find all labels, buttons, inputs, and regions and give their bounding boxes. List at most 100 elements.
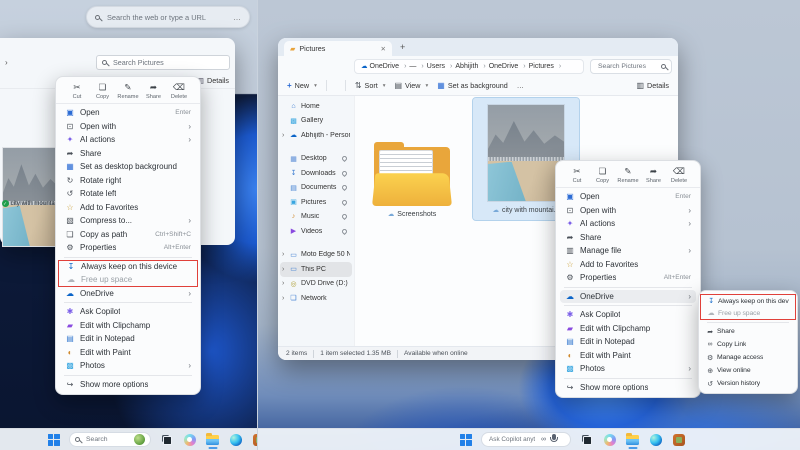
task-view-button[interactable] [579,431,594,449]
submenu-item-version-history[interactable]: ↺ Version history [702,377,794,390]
view-button[interactable]: ▤ View [394,81,428,90]
set-as-background-button[interactable]: ▦ Set as background [437,81,508,90]
web-search-input[interactable] [105,12,228,23]
menu-item-properties[interactable]: ⚙ Properties Alt+Enter› [60,241,196,255]
menu-item-edit-in-notepad[interactable]: ▤ Edit in Notepad › [60,332,196,346]
submenu-item-always-keep-on-this-device[interactable]: ↧ Always keep on this device [700,294,796,307]
menu-item-photos[interactable]: ▩ Photos › [60,359,196,373]
menu-item-open[interactable]: ▣ Open Enter› [60,106,196,120]
submenu-item-manage-access[interactable]: ⚙ Manage access [702,351,794,364]
taskbar-search-box[interactable] [69,432,151,447]
menu-bar-button-rename[interactable]: ✎ Rename [617,166,639,184]
menu-item-add-to-favorites[interactable]: ☆ Add to Favorites › [560,258,696,272]
file-explorer-button[interactable] [205,431,220,449]
submenu-item-free-up-space[interactable]: ☁ Free up space [700,307,796,320]
sidebar-item-desktop[interactable]: ▦ Desktop [280,152,352,167]
sidebar-item-home[interactable]: ⌂ Home [280,99,352,114]
expand-chevron-icon[interactable] [282,132,289,139]
menu-item-onedrive[interactable]: ☁ OneDrive › [60,287,196,301]
breadcrumb-item[interactable]: — [409,63,426,70]
microphone-icon[interactable] [550,434,558,445]
taskbar-copilot-box[interactable]: ∞ [481,432,571,447]
submenu-item-view-online[interactable]: ⊕ View online [702,364,794,377]
folder-tile-screenshots[interactable]: ☁ Screenshots [363,102,461,218]
menu-item-ai-actions[interactable]: ✦ AI actions › [560,217,696,231]
sidebar-item-dvd-drive[interactable]: ◎ DVD Drive (D:) CCC [280,277,352,292]
app-button-orange[interactable] [251,431,258,449]
menu-item-free-up-space[interactable]: ☁ Free up space › [58,273,198,287]
details-button[interactable]: ▥ Details [636,81,669,90]
menu-item-ai-actions[interactable]: ✦ AI actions › [60,133,196,147]
sidebar-item-moto-edge-50-neo[interactable]: ▭ Moto Edge 50 Neo [280,248,352,263]
breadcrumb-item[interactable]: Users [427,63,456,70]
expand-chevron-icon[interactable] [282,295,289,302]
sidebar-item-downloads[interactable]: ↧ Downloads [280,166,352,181]
expand-chevron-icon[interactable] [282,280,289,287]
breadcrumb-item[interactable]: Abhijith [455,63,488,70]
search-pictures-input[interactable] [596,62,658,71]
sidebar-item-music[interactable]: ♪ Music [280,210,352,225]
menu-item-rotate-right[interactable]: ↻ Rotate right › [60,174,196,188]
menu-bar-button-share[interactable]: ➦ Share [143,82,165,100]
sidebar-item-gallery[interactable]: ▩ Gallery [280,114,352,129]
details-button[interactable]: ▥ Details [197,76,229,85]
submenu-item-share[interactable]: ➦ Share [702,325,794,338]
menu-item-show-more-options[interactable]: ↪ Show more options › [560,381,696,395]
menu-item-open-with[interactable]: ⊡ Open with › [60,120,196,134]
copilot-input[interactable] [487,435,537,444]
menu-item-add-to-favorites[interactable]: ☆ Add to Favorites › [60,201,196,215]
menu-item-ask-copilot[interactable]: ✱ Ask Copilot › [560,308,696,322]
sidebar-item-network[interactable]: ❏ Network [280,291,352,306]
menu-item-share[interactable]: ➦ Share › [60,147,196,161]
taskbar-search-input[interactable] [84,435,130,444]
more-options-icon[interactable]: … [233,13,241,22]
tab-close-icon[interactable]: ✕ [381,45,386,53]
menu-item-edit-with-paint[interactable]: ◐ Edit with Paint › [60,346,196,360]
new-tab-button[interactable]: + [400,42,405,52]
new-button[interactable]: + New [287,81,317,90]
menu-bar-button-cut[interactable]: ✂ Cut [66,82,88,100]
app-button-orange[interactable] [671,431,686,449]
search-box[interactable] [590,59,672,74]
web-search-bar[interactable]: … [86,6,250,28]
menu-item-show-more-options[interactable]: ↪ Show more options › [60,378,196,392]
submenu-item-copy-link[interactable]: ∞ Copy Link [702,338,794,351]
menu-bar-button-delete[interactable]: ⌫ Delete [668,166,690,184]
menu-item-compress-to[interactable]: ▧ Compress to... › [60,214,196,228]
see-more-button[interactable]: … [517,81,525,90]
sort-button[interactable]: ⇅ Sort [355,81,386,90]
expand-chevron-icon[interactable] [282,251,289,258]
breadcrumb[interactable]: ☁ OneDrive — Users Abhijith [354,59,584,74]
menu-item-ask-copilot[interactable]: ✱ Ask Copilot › [60,305,196,319]
breadcrumb-item[interactable]: ☁ OneDrive [361,62,409,70]
menu-item-always-keep-on-this-device[interactable]: ↧ Always keep on this device › [58,260,198,274]
menu-item-share[interactable]: ➦ Share › [560,231,696,245]
edge-button[interactable] [228,431,243,449]
sidebar-item-documents[interactable]: ▤ Documents [280,181,352,196]
menu-bar-button-rename[interactable]: ✎ Rename [117,82,139,100]
menu-item-onedrive[interactable]: ☁ OneDrive › [560,290,696,304]
menu-bar-button-cut[interactable]: ✂ Cut [566,166,588,184]
tab-pictures[interactable]: ▰ Pictures ✕ [284,41,392,56]
menu-item-open[interactable]: ▣ Open Enter› [560,190,696,204]
copilot-button[interactable] [602,431,617,449]
menu-bar-button-copy[interactable]: ❏ Copy [92,82,114,100]
sidebar-item-pictures[interactable]: ▣ Pictures [280,195,352,210]
menu-item-set-as-desktop-background[interactable]: ▦ Set as desktop background › [60,160,196,174]
menu-item-edit-in-notepad[interactable]: ▤ Edit in Notepad › [560,335,696,349]
breadcrumb-item[interactable]: OneDrive [489,63,529,70]
menu-item-rotate-left[interactable]: ↺ Rotate left › [60,187,196,201]
menu-item-edit-with-clipchamp[interactable]: ▰ Edit with Clipchamp › [560,322,696,336]
menu-item-edit-with-paint[interactable]: ◐ Edit with Paint › [560,349,696,363]
start-button[interactable] [46,431,61,449]
search-pictures-input[interactable] [111,57,224,68]
menu-item-photos[interactable]: ▩ Photos › [560,362,696,376]
menu-bar-button-delete[interactable]: ⌫ Delete [168,82,190,100]
expand-chevron-icon[interactable] [282,266,289,273]
menu-item-open-with[interactable]: ⊡ Open with › [560,204,696,218]
menu-item-edit-with-clipchamp[interactable]: ▰ Edit with Clipchamp › [60,319,196,333]
menu-item-copy-as-path[interactable]: ❏ Copy as path Ctrl+Shift+C› [60,228,196,242]
start-button[interactable] [458,431,473,449]
menu-bar-button-copy[interactable]: ❏ Copy [592,166,614,184]
menu-item-properties[interactable]: ⚙ Properties Alt+Enter› [560,271,696,285]
